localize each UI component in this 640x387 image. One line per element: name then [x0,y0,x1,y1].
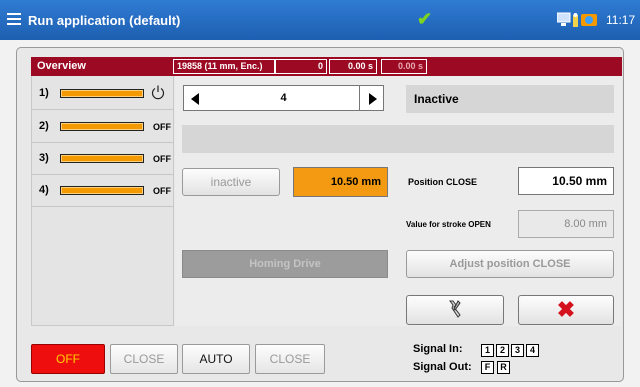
power-icon [151,85,165,100]
current-position-value: 10.50 mm [293,167,388,197]
drive-bar [60,154,144,163]
red-x-icon: ✖ [556,297,576,322]
drive-status: Inactive [406,85,614,113]
title-bar: Run application (default) ✔ 11:17 [0,0,640,40]
app-title: Run application (default) [28,13,181,28]
inactive-button[interactable]: inactive [182,168,280,196]
off-mode-button[interactable]: OFF [31,344,105,374]
drive-bar [60,89,144,98]
message-field [182,125,614,153]
checkmark-icon: ✔ [417,9,433,29]
wrench-icon [449,300,461,318]
cancel-button[interactable]: ✖ [518,295,614,325]
drive-label: 4) [39,184,49,196]
drive-detail-panel [175,76,622,326]
tool-button[interactable] [406,295,504,325]
drive-number-display: 4 [207,85,360,111]
drive-state: OFF [153,154,171,164]
time-display-1: 0.00 s [329,59,377,74]
overview-title: Overview [37,60,86,72]
signal-out-label: Signal Out: [413,361,472,373]
adjust-position-close-button[interactable]: Adjust position CLOSE [406,250,614,278]
encoder-display: 19858 (11 mm, Enc.) [173,59,275,74]
signal-out-r: R [497,361,510,374]
drive-row-2[interactable]: 2) OFF [31,111,174,143]
stroke-open-label: Value for stroke OPEN [406,220,491,229]
drive-label: 3) [39,152,49,164]
arrow-left-icon [191,93,199,105]
drive-label: 1) [39,87,49,99]
auto-mode-button[interactable]: AUTO [182,344,250,374]
drive-bar [60,122,144,131]
drive-label: 2) [39,120,49,132]
counter-display: 0 [275,59,327,74]
signal-in-1: 1 [481,344,494,357]
overview-header: Overview 19858 (11 mm, Enc.) 0 0.00 s 0.… [31,57,622,76]
signal-in-2: 2 [496,344,509,357]
homing-drive-button[interactable]: Homing Drive [182,250,388,278]
drive-row-1[interactable]: 1) [31,78,174,110]
drive-state: OFF [153,122,171,132]
close-mode-button-2[interactable]: CLOSE [255,344,325,374]
signal-out-f: F [481,361,494,374]
close-mode-button[interactable]: CLOSE [110,344,178,374]
hamburger-menu-icon[interactable] [7,13,21,25]
previous-drive-button[interactable] [183,85,208,111]
arrow-right-icon [369,93,377,105]
time-display-2: 0.00 s [381,59,427,74]
position-close-label: Position CLOSE [408,177,478,187]
position-close-field[interactable]: 10.50 mm [518,167,614,195]
signal-in-4: 4 [526,344,539,357]
clock: 11:17 [606,13,636,27]
drive-bar [60,186,144,195]
signal-in-label: Signal In: [413,343,463,355]
system-tray-icons [557,12,597,27]
next-drive-button[interactable] [359,85,384,111]
stroke-open-field[interactable]: 8.00 mm [518,210,614,238]
drive-row-4[interactable]: 4) OFF [31,175,174,207]
signal-in-3: 3 [511,344,524,357]
drive-state: OFF [153,186,171,196]
drive-row-3[interactable]: 3) OFF [31,143,174,175]
